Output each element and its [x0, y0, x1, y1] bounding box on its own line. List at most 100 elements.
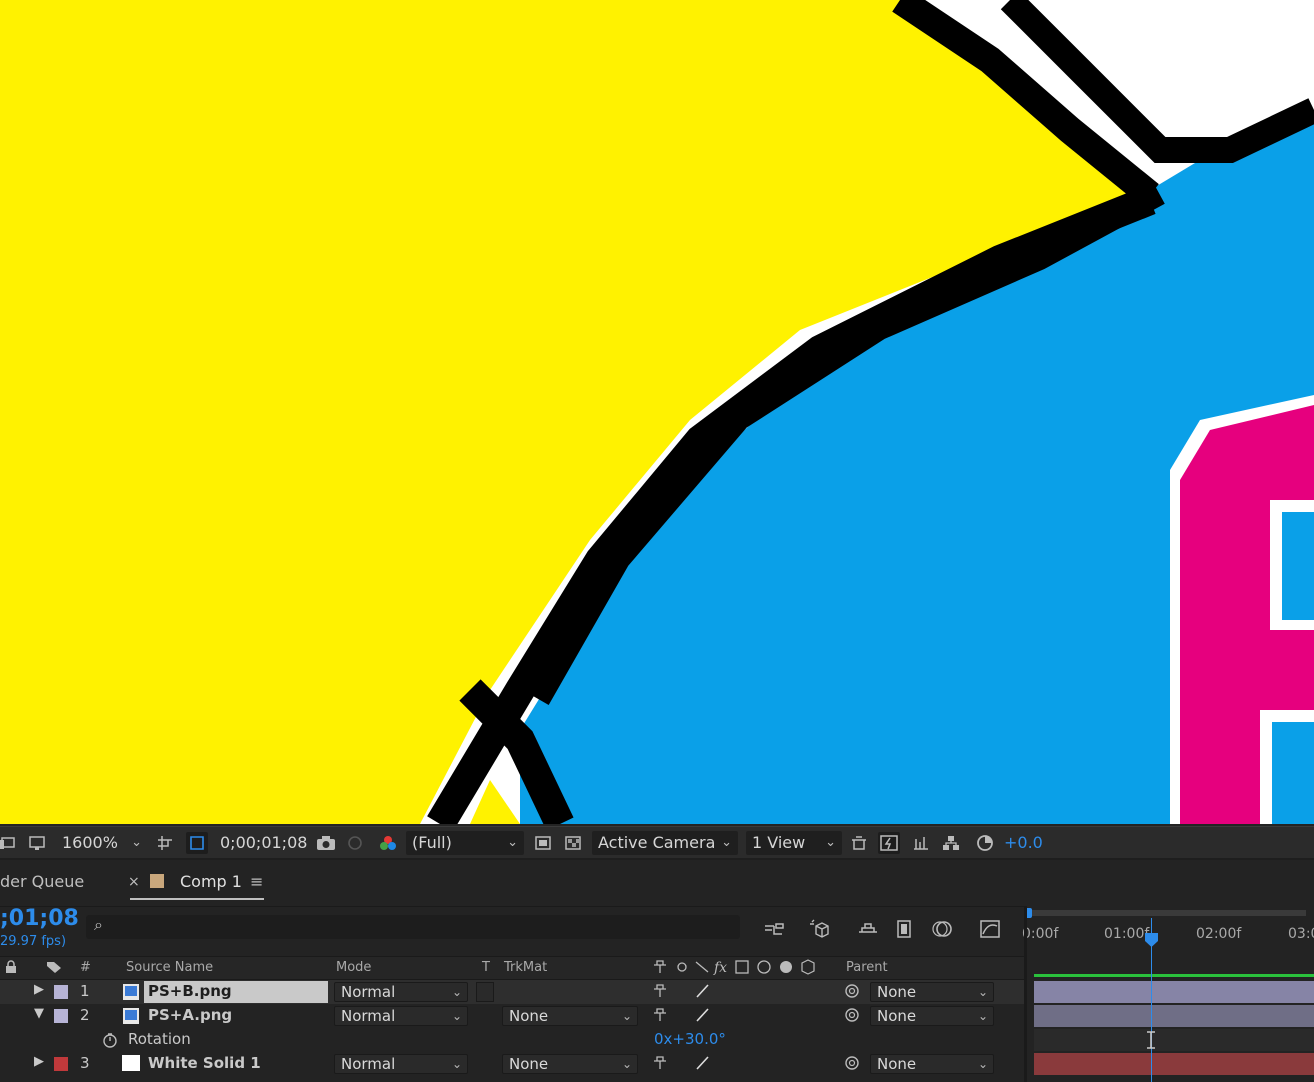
- current-time-display[interactable]: ;01;08: [0, 906, 79, 931]
- fast-draft-icon[interactable]: [878, 832, 900, 854]
- property-track[interactable]: [1034, 1029, 1314, 1051]
- preserve-transparency-box[interactable]: [476, 982, 494, 1002]
- chevron-down-icon: ⌄: [825, 835, 836, 850]
- panel-menu-icon[interactable]: ≡: [250, 872, 263, 891]
- monitor-icon[interactable]: [28, 834, 46, 852]
- composition-viewer[interactable]: [0, 0, 1314, 824]
- layer-name[interactable]: PS+A.png: [148, 1006, 232, 1024]
- panel-divider[interactable]: [1024, 906, 1027, 1082]
- expand-triangle-icon[interactable]: ▶: [34, 1054, 44, 1069]
- toggle-mask-visibility-icon[interactable]: [186, 832, 208, 854]
- time-ruler[interactable]: 0:00f 01:00f 02:00f 03:0: [1022, 906, 1314, 956]
- tab-comp-1[interactable]: Comp 1: [180, 872, 242, 891]
- parent-dropdown[interactable]: None ⌄: [870, 1054, 994, 1074]
- reset-exposure-icon[interactable]: [976, 834, 994, 852]
- column-mode: Mode: [336, 960, 372, 975]
- trkmat-dropdown[interactable]: None ⌄: [502, 1054, 638, 1074]
- region-of-interest-icon[interactable]: [156, 834, 174, 852]
- resolution-value: (Full): [412, 833, 452, 852]
- layer-row[interactable]: ▶ 1 PS+B.png Normal ⌄ None ⌄: [0, 980, 1024, 1004]
- stopwatch-icon[interactable]: [102, 1032, 118, 1052]
- exposure-value[interactable]: +0.0: [1004, 827, 1043, 859]
- layer-duration-bar[interactable]: [1034, 1053, 1314, 1075]
- playhead-handle-icon[interactable]: [1145, 932, 1158, 947]
- pickwhip-icon[interactable]: [844, 1055, 860, 1075]
- pixel-aspect-icon[interactable]: [850, 834, 868, 852]
- always-preview-icon[interactable]: [0, 834, 18, 852]
- timeline-icon[interactable]: [912, 834, 930, 852]
- column-source-name[interactable]: Source Name: [126, 960, 213, 975]
- layer-label-color[interactable]: [54, 1057, 68, 1071]
- column-trkmat: TrkMat: [504, 960, 548, 975]
- chevron-down-icon: ⌄: [131, 835, 142, 850]
- trkmat-dropdown[interactable]: None ⌄: [502, 1006, 638, 1026]
- active-tab-indicator: [130, 898, 264, 900]
- quality-switch-icon[interactable]: [694, 1055, 710, 1075]
- shy-layers-icon[interactable]: [856, 918, 880, 940]
- trkmat-value: None: [509, 1007, 549, 1025]
- blend-mode-dropdown[interactable]: Normal ⌄: [334, 982, 468, 1002]
- layer-name[interactable]: PS+B.png: [148, 982, 232, 1000]
- flowchart-icon[interactable]: [942, 834, 960, 852]
- resolution-dropdown[interactable]: (Full) ⌄: [406, 831, 524, 855]
- camera-value: Active Camera: [598, 833, 716, 852]
- layer-label-color[interactable]: [54, 1009, 68, 1023]
- work-area-bar[interactable]: [1026, 910, 1306, 916]
- layer-row[interactable]: ▶ 3 White Solid 1 Normal ⌄ None ⌄ None ⌄: [0, 1052, 1024, 1076]
- layer-label-color[interactable]: [54, 985, 68, 999]
- image-file-icon: [122, 983, 140, 1001]
- parent-value: None: [877, 983, 917, 1001]
- expand-triangle-icon[interactable]: ▼: [34, 1006, 44, 1021]
- comp-flowchart-icon[interactable]: [762, 918, 786, 940]
- transparency-grid-icon[interactable]: [564, 834, 582, 852]
- property-row[interactable]: Rotation 0x+30.0°: [0, 1028, 1024, 1052]
- fast-previews-icon[interactable]: [534, 834, 552, 852]
- pickwhip-icon[interactable]: [844, 983, 860, 1003]
- tab-render-queue[interactable]: der Queue: [0, 872, 84, 891]
- view-layout-value: 1 View: [752, 833, 806, 852]
- text-cursor-icon: [1144, 1030, 1158, 1055]
- shy-switch-icon[interactable]: [652, 1007, 668, 1027]
- parent-value: None: [877, 1007, 917, 1025]
- pickwhip-icon[interactable]: [844, 1007, 860, 1027]
- timecode-display[interactable]: 0;00;01;08: [220, 827, 307, 859]
- parent-dropdown[interactable]: None ⌄: [870, 982, 994, 1002]
- graph-editor-icon[interactable]: [978, 918, 1002, 940]
- shy-switch-icon[interactable]: [652, 1055, 668, 1075]
- svg-text:fx: fx: [713, 960, 727, 975]
- frame-blending-icon[interactable]: [892, 918, 916, 940]
- channel-rgb-icon[interactable]: [378, 834, 396, 852]
- timeline-panel: der Queue × Comp 1 ≡ ;01;08 29.97 fps) ⌕…: [0, 858, 1314, 1082]
- chevron-down-icon: ⌄: [721, 835, 732, 850]
- zoom-dropdown[interactable]: 1600% ⌄: [56, 831, 148, 855]
- property-value[interactable]: 0x+30.0°: [654, 1030, 726, 1048]
- view-layout-dropdown[interactable]: 1 View ⌄: [746, 831, 842, 855]
- expand-triangle-icon[interactable]: ▶: [34, 982, 44, 997]
- layer-row[interactable]: ▼ 2 PS+A.png Normal ⌄ None ⌄ None ⌄: [0, 1004, 1024, 1028]
- show-snapshot-icon[interactable]: [346, 834, 364, 852]
- layer-name[interactable]: White Solid 1: [148, 1054, 261, 1072]
- shy-switch-icon[interactable]: [652, 983, 668, 1003]
- blend-mode-value: Normal: [341, 1007, 396, 1025]
- parent-dropdown[interactable]: None ⌄: [870, 1006, 994, 1026]
- solid-color-icon: [122, 1055, 140, 1071]
- close-tab-icon[interactable]: ×: [128, 874, 140, 890]
- camera-dropdown[interactable]: Active Camera ⌄: [592, 831, 738, 855]
- parent-value: None: [877, 1055, 917, 1073]
- label-tag-icon[interactable]: [46, 960, 62, 978]
- blend-mode-dropdown[interactable]: Normal ⌄: [334, 1006, 468, 1026]
- blend-mode-dropdown[interactable]: Normal ⌄: [334, 1054, 468, 1074]
- layer-duration-bar[interactable]: [1034, 1005, 1314, 1027]
- layer-column-header: # Source Name Mode T TrkMat fx Parent: [0, 956, 1024, 980]
- lock-icon[interactable]: [4, 960, 18, 978]
- trkmat-value: None: [509, 1055, 549, 1073]
- switches-icons: fx: [652, 959, 822, 979]
- quality-switch-icon[interactable]: [694, 1007, 710, 1027]
- layer-search-input[interactable]: ⌕: [86, 915, 740, 939]
- motion-blur-icon[interactable]: [930, 918, 954, 940]
- column-parent: Parent: [846, 960, 888, 975]
- quality-switch-icon[interactable]: [694, 983, 710, 1003]
- camera-snapshot-icon[interactable]: [316, 834, 335, 852]
- draft-3d-icon[interactable]: [808, 918, 832, 940]
- layer-duration-bar[interactable]: [1034, 981, 1314, 1003]
